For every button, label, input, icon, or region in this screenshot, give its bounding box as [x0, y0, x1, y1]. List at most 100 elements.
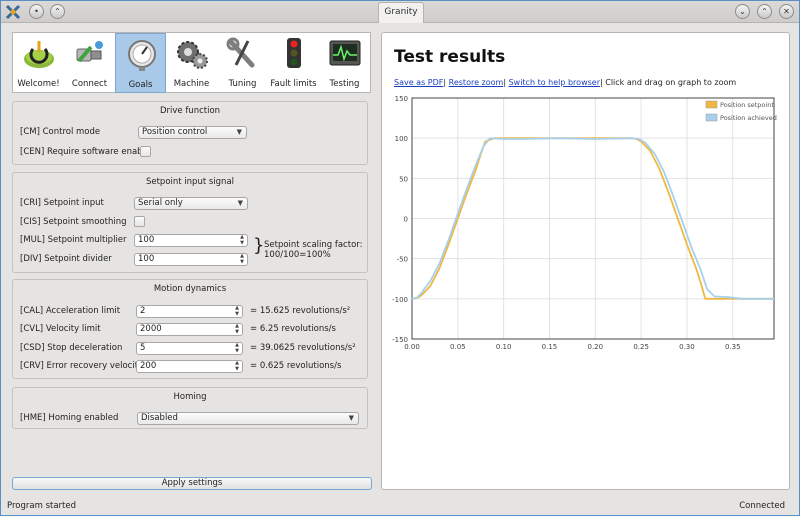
minimize-button[interactable]: ⌄ [735, 4, 750, 19]
setpoint-input-value: Serial only [138, 198, 183, 208]
scope-icon [329, 40, 361, 66]
setpoint-input-label: [CRI] Setpoint input [20, 198, 104, 208]
status-message: Program started [7, 501, 76, 511]
tab-goals[interactable]: Goals [115, 33, 166, 93]
window-title: Granity [378, 2, 424, 23]
restore-zoom-link[interactable]: Restore zoom [449, 78, 504, 87]
group-title: Homing [173, 392, 207, 402]
drive-function-group: Drive function [CM] Control mode Positio… [12, 101, 368, 165]
require-enable-label: [CEN] Require software enable [20, 147, 151, 157]
x-tick-label: 0.05 [450, 343, 466, 351]
app-window: • ⌃ Granity ⌄ ⌃ ✕ Welcome! Connect Goals… [0, 0, 800, 516]
test-results-panel: Test results Save as PDF| Restore zoom| … [381, 32, 790, 490]
stop-deceleration-label: [CSD] Stop deceleration [20, 343, 123, 353]
traffic-light-icon [287, 38, 301, 68]
plug-icon [76, 41, 103, 63]
y-tick-label: 50 [399, 175, 408, 183]
gauge-icon [128, 40, 156, 71]
y-tick-label: 0 [404, 216, 408, 224]
acceleration-limit-value: 2 [140, 306, 146, 316]
velocity-limit-spinbox[interactable]: 2000 ▲ ▼ [136, 323, 243, 336]
acceleration-limit-note: = 15.625 revolutions/s² [250, 306, 351, 316]
keep-above-button[interactable]: ⌃ [50, 4, 65, 19]
error-recovery-velocity-value: 200 [140, 361, 157, 371]
motion-dynamics-group: Motion dynamics [CAL] Acceleration limit… [12, 279, 368, 379]
acceleration-limit-label: [CAL] Acceleration limit [20, 306, 121, 316]
x-tick-label: 0.00 [404, 343, 420, 351]
legend-swatch [705, 100, 718, 109]
spin-arrows-icon[interactable]: ▲ ▼ [240, 253, 244, 265]
setpoint-smoothing-checkbox[interactable] [134, 216, 145, 227]
stop-deceleration-spinbox[interactable]: 5 ▲ ▼ [136, 342, 243, 355]
tab-label: Testing [329, 79, 360, 89]
save-as-pdf-link[interactable]: Save as PDF [394, 78, 443, 87]
acceleration-limit-spinbox[interactable]: 2 ▲ ▼ [136, 305, 243, 318]
control-mode-value: Position control [142, 127, 208, 137]
homing-enabled-label: [HME] Homing enabled [20, 413, 119, 423]
spin-arrows-icon[interactable]: ▲ ▼ [235, 323, 239, 335]
y-tick-label: -100 [392, 296, 408, 304]
tab-connect[interactable]: Connect [64, 33, 115, 93]
y-tick-label: 150 [395, 95, 408, 103]
help-browser-link[interactable]: Switch to help browser [509, 78, 600, 87]
zoom-hint: Click and drag on graph to zoom [605, 78, 737, 87]
power-icon [24, 41, 54, 68]
tab-label: Goals [128, 80, 153, 90]
spin-arrows-icon[interactable]: ▲ ▼ [235, 342, 239, 354]
tab-machine[interactable]: Machine [166, 33, 217, 93]
tab-fault-limits[interactable]: Fault limits [268, 33, 319, 93]
spin-arrows-icon[interactable]: ▲ ▼ [240, 234, 244, 246]
legend-swatch [705, 113, 718, 122]
error-recovery-velocity-note: = 0.625 revolutions/s [250, 361, 342, 371]
spin-arrows-icon[interactable]: ▲ ▼ [235, 305, 239, 317]
scaling-note-line1: Setpoint scaling factor: [264, 240, 363, 250]
app-icon[interactable] [5, 4, 21, 20]
gears-icon [177, 41, 208, 69]
group-title: Setpoint input signal [145, 177, 235, 187]
setpoint-smoothing-label: [CIS] Setpoint smoothing [20, 217, 127, 227]
legend-label: Position achieved [720, 114, 777, 122]
scaling-note-line2: 100/100=100% [264, 250, 331, 260]
x-tick-label: 0.30 [679, 343, 695, 351]
divider-label: [DIV] Setpoint divider [20, 254, 112, 264]
x-tick-label: 0.20 [587, 343, 603, 351]
tab-label: Connect [71, 79, 108, 89]
setpoint-input-select[interactable]: Serial only ▼ [134, 197, 248, 210]
homing-enabled-value: Disabled [141, 413, 178, 423]
control-mode-label: [CM] Control mode [20, 127, 101, 137]
require-enable-checkbox[interactable] [140, 146, 151, 157]
tab-testing[interactable]: Testing [319, 33, 370, 93]
brace-icon: } [253, 235, 265, 256]
legend-label: Position setpoint [720, 101, 774, 109]
y-tick-label: 100 [395, 135, 408, 143]
tab-label: Fault limits [270, 79, 317, 89]
chevron-down-icon: ▼ [237, 199, 243, 207]
setpoint-input-group: Setpoint input signal [CRI] Setpoint inp… [12, 172, 368, 273]
velocity-limit-label: [CVL] Velocity limit [20, 324, 101, 334]
multiplier-label: [MUL] Setpoint multiplier [20, 235, 127, 245]
spin-arrows-icon[interactable]: ▲ ▼ [235, 360, 239, 372]
group-title: Motion dynamics [153, 284, 227, 294]
chevron-down-icon: ▼ [348, 414, 354, 422]
homing-group: Homing [HME] Homing enabled Disabled ▼ [12, 387, 368, 429]
x-tick-label: 0.15 [542, 343, 558, 351]
control-mode-select[interactable]: Position control ▼ [138, 126, 247, 139]
divider-spinbox[interactable]: 100 ▲ ▼ [134, 253, 248, 266]
multiplier-spinbox[interactable]: 100 ▲ ▼ [134, 234, 248, 247]
group-title: Drive function [159, 106, 221, 116]
menu-button[interactable]: • [29, 4, 44, 19]
error-recovery-velocity-spinbox[interactable]: 200 ▲ ▼ [136, 360, 243, 373]
tab-welcome[interactable]: Welcome! [13, 33, 64, 93]
stop-deceleration-value: 5 [140, 343, 146, 353]
maximize-button[interactable]: ⌃ [757, 4, 772, 19]
multiplier-value: 100 [138, 235, 155, 245]
connection-status: Connected [739, 501, 785, 511]
page-title: Test results [394, 47, 506, 67]
y-tick-label: -50 [397, 256, 408, 264]
tab-label: Welcome! [17, 79, 60, 89]
close-button[interactable]: ✕ [779, 4, 794, 19]
tab-tuning[interactable]: Tuning [217, 33, 268, 93]
apply-settings-button[interactable]: Apply settings [12, 477, 372, 490]
position-chart[interactable]: 150100500-50-100-1500.00 0.05 0.10 0.15 0.20… [382, 91, 789, 391]
homing-enabled-select[interactable]: Disabled ▼ [137, 412, 359, 425]
